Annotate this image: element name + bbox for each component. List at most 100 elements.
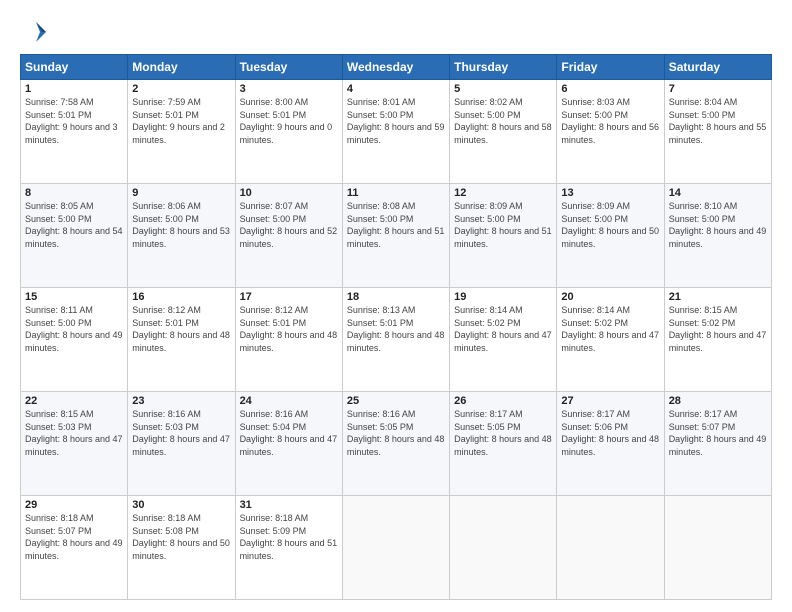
day-info: Sunrise: 8:14 AM Sunset: 5:02 PM Dayligh… (454, 304, 552, 354)
day-number: 24 (240, 395, 338, 407)
page: SundayMondayTuesdayWednesdayThursdayFrid… (0, 0, 792, 612)
day-number: 8 (25, 187, 123, 199)
day-number: 2 (132, 83, 230, 95)
calendar-cell: 9 Sunrise: 8:06 AM Sunset: 5:00 PM Dayli… (128, 184, 235, 288)
day-number: 19 (454, 291, 552, 303)
day-info: Sunrise: 8:14 AM Sunset: 5:02 PM Dayligh… (561, 304, 659, 354)
day-info: Sunrise: 8:15 AM Sunset: 5:02 PM Dayligh… (669, 304, 767, 354)
calendar-cell: 5 Sunrise: 8:02 AM Sunset: 5:00 PM Dayli… (450, 80, 557, 184)
day-number: 11 (347, 187, 445, 199)
day-info: Sunrise: 8:00 AM Sunset: 5:01 PM Dayligh… (240, 96, 338, 146)
calendar-cell: 13 Sunrise: 8:09 AM Sunset: 5:00 PM Dayl… (557, 184, 664, 288)
calendar-cell: 16 Sunrise: 8:12 AM Sunset: 5:01 PM Dayl… (128, 288, 235, 392)
calendar-header-monday: Monday (128, 55, 235, 80)
day-number: 5 (454, 83, 552, 95)
calendar-week-2: 8 Sunrise: 8:05 AM Sunset: 5:00 PM Dayli… (21, 184, 772, 288)
day-info: Sunrise: 8:09 AM Sunset: 5:00 PM Dayligh… (454, 200, 552, 250)
day-info: Sunrise: 8:15 AM Sunset: 5:03 PM Dayligh… (25, 408, 123, 458)
day-number: 9 (132, 187, 230, 199)
day-number: 20 (561, 291, 659, 303)
day-info: Sunrise: 8:18 AM Sunset: 5:08 PM Dayligh… (132, 512, 230, 562)
day-info: Sunrise: 8:01 AM Sunset: 5:00 PM Dayligh… (347, 96, 445, 146)
day-number: 26 (454, 395, 552, 407)
day-number: 31 (240, 499, 338, 511)
calendar-cell: 25 Sunrise: 8:16 AM Sunset: 5:05 PM Dayl… (342, 392, 449, 496)
calendar-week-5: 29 Sunrise: 8:18 AM Sunset: 5:07 PM Dayl… (21, 496, 772, 600)
calendar-cell (342, 496, 449, 600)
calendar-cell: 15 Sunrise: 8:11 AM Sunset: 5:00 PM Dayl… (21, 288, 128, 392)
day-number: 14 (669, 187, 767, 199)
calendar-header-friday: Friday (557, 55, 664, 80)
calendar-header-thursday: Thursday (450, 55, 557, 80)
calendar-cell: 11 Sunrise: 8:08 AM Sunset: 5:00 PM Dayl… (342, 184, 449, 288)
calendar-header-row: SundayMondayTuesdayWednesdayThursdayFrid… (21, 55, 772, 80)
calendar-cell: 7 Sunrise: 8:04 AM Sunset: 5:00 PM Dayli… (664, 80, 771, 184)
day-number: 6 (561, 83, 659, 95)
day-number: 4 (347, 83, 445, 95)
calendar-cell: 31 Sunrise: 8:18 AM Sunset: 5:09 PM Dayl… (235, 496, 342, 600)
day-number: 22 (25, 395, 123, 407)
day-info: Sunrise: 8:17 AM Sunset: 5:06 PM Dayligh… (561, 408, 659, 458)
header (20, 18, 772, 46)
calendar-cell: 22 Sunrise: 8:15 AM Sunset: 5:03 PM Dayl… (21, 392, 128, 496)
day-number: 28 (669, 395, 767, 407)
calendar-header-tuesday: Tuesday (235, 55, 342, 80)
calendar-header-wednesday: Wednesday (342, 55, 449, 80)
calendar-cell (664, 496, 771, 600)
calendar-cell: 23 Sunrise: 8:16 AM Sunset: 5:03 PM Dayl… (128, 392, 235, 496)
calendar-week-4: 22 Sunrise: 8:15 AM Sunset: 5:03 PM Dayl… (21, 392, 772, 496)
day-info: Sunrise: 8:05 AM Sunset: 5:00 PM Dayligh… (25, 200, 123, 250)
calendar-table: SundayMondayTuesdayWednesdayThursdayFrid… (20, 54, 772, 600)
day-number: 7 (669, 83, 767, 95)
day-number: 23 (132, 395, 230, 407)
day-number: 10 (240, 187, 338, 199)
calendar-cell: 17 Sunrise: 8:12 AM Sunset: 5:01 PM Dayl… (235, 288, 342, 392)
day-info: Sunrise: 8:06 AM Sunset: 5:00 PM Dayligh… (132, 200, 230, 250)
calendar-week-1: 1 Sunrise: 7:58 AM Sunset: 5:01 PM Dayli… (21, 80, 772, 184)
calendar-cell: 8 Sunrise: 8:05 AM Sunset: 5:00 PM Dayli… (21, 184, 128, 288)
calendar-cell: 24 Sunrise: 8:16 AM Sunset: 5:04 PM Dayl… (235, 392, 342, 496)
day-info: Sunrise: 8:17 AM Sunset: 5:05 PM Dayligh… (454, 408, 552, 458)
day-number: 15 (25, 291, 123, 303)
calendar-cell: 20 Sunrise: 8:14 AM Sunset: 5:02 PM Dayl… (557, 288, 664, 392)
day-number: 18 (347, 291, 445, 303)
calendar-cell: 26 Sunrise: 8:17 AM Sunset: 5:05 PM Dayl… (450, 392, 557, 496)
day-number: 16 (132, 291, 230, 303)
day-number: 12 (454, 187, 552, 199)
day-info: Sunrise: 8:02 AM Sunset: 5:00 PM Dayligh… (454, 96, 552, 146)
logo-icon (20, 18, 48, 46)
calendar-cell: 28 Sunrise: 8:17 AM Sunset: 5:07 PM Dayl… (664, 392, 771, 496)
calendar-cell: 10 Sunrise: 8:07 AM Sunset: 5:00 PM Dayl… (235, 184, 342, 288)
calendar-cell (450, 496, 557, 600)
calendar-cell: 19 Sunrise: 8:14 AM Sunset: 5:02 PM Dayl… (450, 288, 557, 392)
day-info: Sunrise: 8:09 AM Sunset: 5:00 PM Dayligh… (561, 200, 659, 250)
day-info: Sunrise: 8:04 AM Sunset: 5:00 PM Dayligh… (669, 96, 767, 146)
day-number: 30 (132, 499, 230, 511)
day-info: Sunrise: 7:59 AM Sunset: 5:01 PM Dayligh… (132, 96, 230, 146)
day-info: Sunrise: 8:17 AM Sunset: 5:07 PM Dayligh… (669, 408, 767, 458)
day-number: 27 (561, 395, 659, 407)
calendar-week-3: 15 Sunrise: 8:11 AM Sunset: 5:00 PM Dayl… (21, 288, 772, 392)
day-info: Sunrise: 8:12 AM Sunset: 5:01 PM Dayligh… (132, 304, 230, 354)
day-number: 29 (25, 499, 123, 511)
day-info: Sunrise: 8:13 AM Sunset: 5:01 PM Dayligh… (347, 304, 445, 354)
day-number: 1 (25, 83, 123, 95)
calendar-cell: 3 Sunrise: 8:00 AM Sunset: 5:01 PM Dayli… (235, 80, 342, 184)
calendar-header-saturday: Saturday (664, 55, 771, 80)
day-info: Sunrise: 8:16 AM Sunset: 5:04 PM Dayligh… (240, 408, 338, 458)
calendar-cell: 21 Sunrise: 8:15 AM Sunset: 5:02 PM Dayl… (664, 288, 771, 392)
calendar-header-sunday: Sunday (21, 55, 128, 80)
day-number: 3 (240, 83, 338, 95)
calendar-cell: 12 Sunrise: 8:09 AM Sunset: 5:00 PM Dayl… (450, 184, 557, 288)
day-info: Sunrise: 8:16 AM Sunset: 5:05 PM Dayligh… (347, 408, 445, 458)
day-info: Sunrise: 8:10 AM Sunset: 5:00 PM Dayligh… (669, 200, 767, 250)
day-info: Sunrise: 8:11 AM Sunset: 5:00 PM Dayligh… (25, 304, 123, 354)
calendar-cell: 2 Sunrise: 7:59 AM Sunset: 5:01 PM Dayli… (128, 80, 235, 184)
day-info: Sunrise: 7:58 AM Sunset: 5:01 PM Dayligh… (25, 96, 123, 146)
calendar-cell: 14 Sunrise: 8:10 AM Sunset: 5:00 PM Dayl… (664, 184, 771, 288)
day-number: 13 (561, 187, 659, 199)
day-info: Sunrise: 8:16 AM Sunset: 5:03 PM Dayligh… (132, 408, 230, 458)
calendar-cell (557, 496, 664, 600)
day-info: Sunrise: 8:07 AM Sunset: 5:00 PM Dayligh… (240, 200, 338, 250)
calendar-cell: 29 Sunrise: 8:18 AM Sunset: 5:07 PM Dayl… (21, 496, 128, 600)
